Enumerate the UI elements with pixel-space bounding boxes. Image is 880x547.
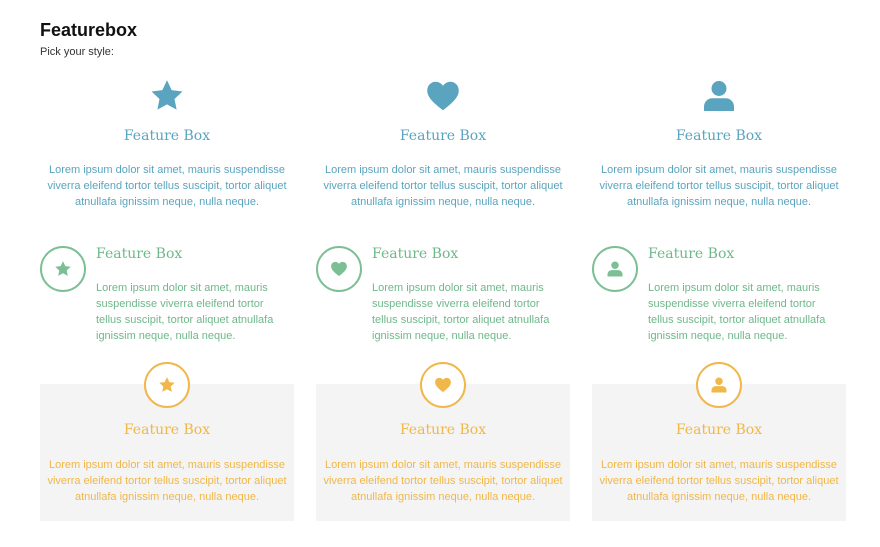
icon-circle (144, 362, 190, 408)
feature-box-title: Feature Box (399, 128, 487, 144)
feature-box-title: Feature Box (96, 246, 183, 262)
star-icon (159, 377, 175, 392)
user-icon (607, 261, 623, 277)
page-title: Featurebox (40, 20, 138, 40)
feature-box-title: Feature Box (123, 422, 211, 438)
feature-box-title: Feature Box (648, 246, 735, 262)
feature-box: Feature Box Lorem ipsum dolor sit amet, … (40, 244, 294, 344)
feature-box: Feature Box Lorem ipsum dolor sit amet, … (40, 72, 294, 210)
heart-icon (331, 261, 347, 277)
feature-box: Feature Box Lorem ipsum dolor sit amet, … (316, 244, 570, 344)
feature-box-text: Lorem ipsum dolor sit amet, mauris suspe… (47, 459, 287, 503)
feature-box: Feature Box Lorem ipsum dolor sit amet, … (592, 244, 846, 344)
star-icon (151, 80, 183, 110)
icon-circle (696, 362, 742, 408)
icon-circle (420, 362, 466, 408)
star-icon (55, 261, 71, 276)
feature-box-text: Lorem ipsum dolor sit amet, mauris suspe… (599, 459, 839, 503)
feature-box-title: Feature Box (675, 128, 763, 144)
feature-box: Feature Box Lorem ipsum dolor sit amet, … (592, 72, 846, 210)
feature-box-text: Lorem ipsum dolor sit amet, mauris suspe… (323, 164, 563, 208)
heart-icon (435, 377, 451, 393)
feature-box-text: Lorem ipsum dolor sit amet, mauris suspe… (47, 164, 287, 208)
feature-box-text: Lorem ipsum dolor sit amet, mauris suspe… (96, 282, 274, 342)
feature-box-text: Lorem ipsum dolor sit amet, mauris suspe… (372, 282, 550, 342)
feature-box: Feature Box Lorem ipsum dolor sit amet, … (316, 72, 570, 210)
user-icon (711, 377, 727, 393)
heart-icon (427, 81, 459, 111)
feature-box-text: Lorem ipsum dolor sit amet, mauris suspe… (599, 164, 839, 208)
feature-box-title: Feature Box (399, 422, 487, 438)
feature-box-title: Feature Box (675, 422, 763, 438)
user-icon (704, 81, 734, 111)
feature-box-title: Feature Box (123, 128, 211, 144)
icon-circle (40, 246, 86, 292)
feature-box-text: Lorem ipsum dolor sit amet, mauris suspe… (323, 459, 563, 503)
icon-circle (316, 246, 362, 292)
feature-box-text: Lorem ipsum dolor sit amet, mauris suspe… (648, 282, 826, 342)
icon-circle (592, 246, 638, 292)
feature-box-title: Feature Box (372, 246, 459, 262)
page-subtitle: Pick your style: (40, 46, 114, 58)
